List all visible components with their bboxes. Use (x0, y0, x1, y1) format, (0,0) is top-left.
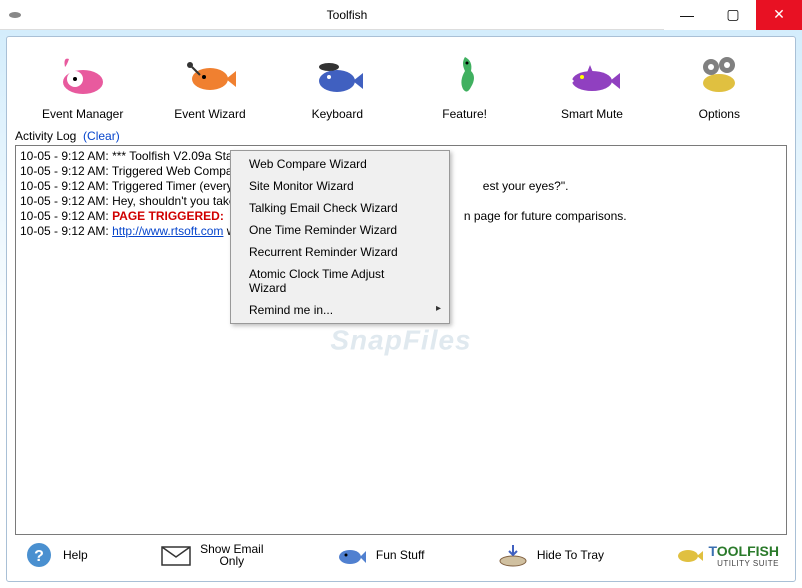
toolbar-label: Feature! (442, 107, 487, 121)
logo-subtitle: UTILITY SUITE (708, 559, 779, 568)
logo-text: TOOLFISH (708, 543, 779, 559)
envelope-icon (160, 541, 192, 569)
app-icon (0, 7, 30, 23)
toolbar-label: Options (699, 107, 740, 121)
minimize-button[interactable]: — (664, 0, 710, 30)
clear-log-link[interactable]: (Clear) (83, 129, 120, 143)
menu-talking-email-wizard[interactable]: Talking Email Check Wizard (231, 197, 449, 219)
event-manager-button[interactable]: Event Manager (23, 47, 143, 121)
tray-icon (497, 541, 529, 569)
help-icon: ? (23, 541, 55, 569)
log-label: Activity Log (15, 129, 76, 143)
seahorse-icon (437, 47, 493, 103)
close-button[interactable]: ✕ (756, 0, 802, 30)
shark-icon (564, 47, 620, 103)
button-label: Show Email Only (200, 543, 263, 567)
menu-web-compare-wizard[interactable]: Web Compare Wizard (231, 153, 449, 175)
watermark: SnapFiles (330, 333, 471, 348)
toolfish-logo: TOOLFISH UTILITY SUITE (676, 542, 779, 568)
fun-stuff-button[interactable]: Fun Stuff (336, 541, 424, 569)
toolbar-label: Keyboard (312, 107, 363, 121)
wizard-context-menu: Web Compare Wizard Site Monitor Wizard T… (230, 150, 450, 324)
blue-fish-icon (309, 47, 365, 103)
toolbar-label: Event Manager (42, 107, 123, 121)
toolbar-label: Event Wizard (174, 107, 245, 121)
orange-fish-icon (182, 47, 238, 103)
event-wizard-button[interactable]: Event Wizard (150, 47, 270, 121)
log-header: Activity Log (Clear) (15, 129, 787, 143)
url-link[interactable]: http://www.rtsoft.com (112, 224, 223, 238)
titlebar: Toolfish — ▢ ✕ (0, 0, 802, 30)
svg-text:?: ? (34, 548, 44, 565)
menu-one-time-reminder-wizard[interactable]: One Time Reminder Wizard (231, 219, 449, 241)
maximize-button[interactable]: ▢ (710, 0, 756, 30)
menu-atomic-clock-wizard[interactable]: Atomic Clock Time Adjust Wizard (231, 263, 449, 299)
toolbar-label: Smart Mute (561, 107, 623, 121)
window-title: Toolfish (30, 8, 664, 22)
options-button[interactable]: Options (659, 47, 779, 121)
button-label: Hide To Tray (537, 548, 604, 562)
app-window: Toolfish — ▢ ✕ Event Manager Event (0, 0, 802, 588)
main-toolbar: Event Manager Event Wizard Keyboard (15, 41, 787, 123)
button-label: Fun Stuff (376, 548, 424, 562)
gear-fish-icon (691, 47, 747, 103)
keyboard-button[interactable]: Keyboard (277, 47, 397, 121)
hide-to-tray-button[interactable]: Hide To Tray (497, 541, 604, 569)
button-label: Help (63, 548, 88, 562)
bottom-toolbar: ? Help Show Email Only Fun Stuff (15, 535, 787, 573)
smart-mute-button[interactable]: Smart Mute (532, 47, 652, 121)
content-area: Event Manager Event Wizard Keyboard (0, 30, 802, 588)
menu-site-monitor-wizard[interactable]: Site Monitor Wizard (231, 175, 449, 197)
whale-icon (55, 47, 111, 103)
logo-fish-icon (676, 542, 704, 568)
help-button[interactable]: ? Help (23, 541, 88, 569)
fun-fish-icon (336, 541, 368, 569)
menu-remind-me-in[interactable]: Remind me in... (231, 299, 449, 321)
feature-button[interactable]: Feature! (405, 47, 525, 121)
show-email-only-button[interactable]: Show Email Only (160, 541, 263, 569)
menu-recurrent-reminder-wizard[interactable]: Recurrent Reminder Wizard (231, 241, 449, 263)
window-controls: — ▢ ✕ (664, 0, 802, 30)
